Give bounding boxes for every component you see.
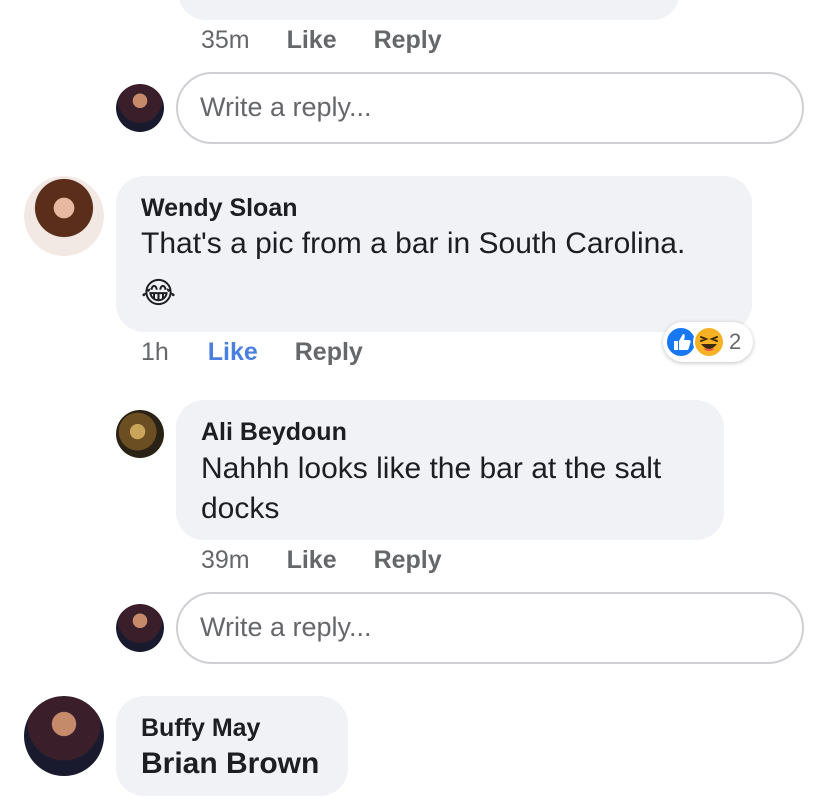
reply-text: Nahhh looks like the bar at the salt doc… [201, 452, 662, 525]
reply-bubble: Ali Beydoun Nahhh looks like the bar at … [176, 400, 724, 540]
comment-text: That's a pic from a bar in South Carolin… [141, 227, 686, 260]
reply-link[interactable]: Reply [295, 338, 363, 366]
laughing-emoji-icon: 😂 [141, 277, 177, 310]
reply-placeholder: Write a reply... [200, 92, 372, 122]
comment-timestamp: 35m [201, 26, 250, 54]
tagged-user-link[interactable]: Brian Brown [141, 744, 319, 784]
reply-timestamp: 39m [201, 546, 250, 574]
reaction-count: 2 [729, 329, 742, 354]
reply-link[interactable]: Reply [374, 26, 442, 54]
reaction-summary[interactable]: 2 [663, 322, 753, 362]
reply-placeholder: Write a reply... [200, 612, 372, 642]
reply-link[interactable]: Reply [374, 546, 442, 574]
reply-author[interactable]: Ali Beydoun [201, 418, 347, 447]
comment-meta-row: 35m Like Reply [201, 26, 442, 55]
comment-meta-row: 1h Like Reply [141, 338, 363, 367]
reply-meta-row: 39m Like Reply [201, 546, 442, 575]
commenter-avatar[interactable] [24, 176, 104, 256]
current-user-avatar [116, 84, 164, 132]
comment-author[interactable]: Buffy May [141, 714, 260, 743]
like-link[interactable]: Like [208, 338, 258, 366]
haha-icon [693, 326, 725, 358]
current-user-avatar [116, 604, 164, 652]
comment-timestamp: 1h [141, 338, 169, 366]
write-reply-input[interactable]: Write a reply... [176, 72, 804, 144]
commenter-avatar[interactable] [116, 410, 164, 458]
comment-bubble: Wendy Sloan That's a pic from a bar in S… [116, 176, 752, 332]
comment-author[interactable]: Wendy Sloan [141, 194, 298, 223]
like-link[interactable]: Like [287, 546, 337, 574]
previous-comment-bubble [178, 0, 680, 20]
comment-bubble: Buffy May Brian Brown [116, 696, 348, 796]
commenter-avatar[interactable] [24, 696, 104, 776]
like-link[interactable]: Like [287, 26, 337, 54]
write-reply-input[interactable]: Write a reply... [176, 592, 804, 664]
